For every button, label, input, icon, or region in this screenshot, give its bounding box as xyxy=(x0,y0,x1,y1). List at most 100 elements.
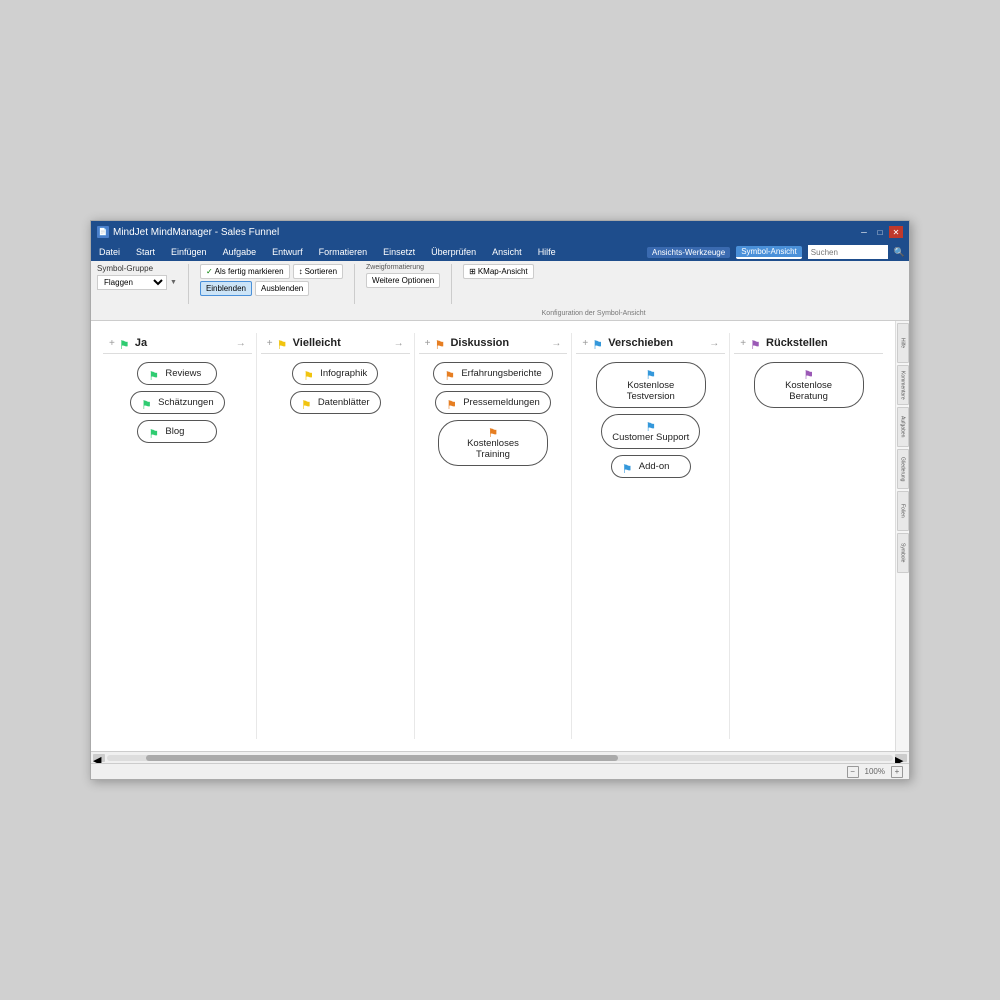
menu-uberpruefen[interactable]: Überprüfen xyxy=(427,246,480,258)
col-header-vielleicht: + Vielleicht → xyxy=(261,333,410,354)
minimize-button[interactable]: ─ xyxy=(857,226,871,238)
menu-right: Ansichts-Werkzeuge Symbol-Ansicht 🔍 xyxy=(647,245,905,259)
col-title-ruckstellen: Rückstellen xyxy=(766,337,828,349)
node-reviews[interactable]: Reviews xyxy=(137,362,217,385)
panel-folien[interactable]: Folien xyxy=(897,491,909,531)
node-testversion-label: Kostenlose Testversion xyxy=(607,380,695,402)
flag-verschieben-header xyxy=(592,338,604,348)
node-blog[interactable]: Blog xyxy=(137,420,217,443)
horizontal-scrollbar[interactable]: ◀ ▶ xyxy=(91,751,909,763)
menu-aufgabe[interactable]: Aufgabe xyxy=(219,246,261,258)
kmap-label: KMap-Ansicht xyxy=(478,267,528,276)
col-plus-ruckstellen[interactable]: + xyxy=(740,338,746,349)
als-fertig-button[interactable]: ✓ Als fertig markieren xyxy=(200,264,290,279)
einblenden-button[interactable]: Einblenden xyxy=(200,281,252,296)
ribbon-group-actions: ✓ Als fertig markieren ↕ Sortieren Einbl… xyxy=(200,264,343,296)
ribbon-sep-2 xyxy=(354,264,355,304)
col-header-verschieben: + Verschieben → xyxy=(576,333,725,354)
close-button[interactable]: ✕ xyxy=(889,226,903,238)
menu-start[interactable]: Start xyxy=(132,246,159,258)
node-kostenloses-training[interactable]: Kostenloses Training xyxy=(438,420,548,466)
window-title: MindJet MindManager - Sales Funnel xyxy=(113,227,279,238)
search-input[interactable] xyxy=(808,245,888,259)
maximize-button[interactable]: □ xyxy=(873,226,887,238)
panel-kommentare[interactable]: Kommentare xyxy=(897,365,909,405)
ausblenden-button[interactable]: Ausblenden xyxy=(255,281,309,296)
menu-entwurf[interactable]: Entwurf xyxy=(268,246,307,258)
scrollbar-thumb[interactable] xyxy=(146,755,618,761)
col-header-ruckstellen: + Rückstellen xyxy=(734,333,883,354)
menu-datei[interactable]: Datei xyxy=(95,246,124,258)
window-controls[interactable]: ─ □ ✕ xyxy=(857,226,903,238)
flag-wrap-beratung xyxy=(803,368,815,378)
flag-datenblatter xyxy=(301,398,313,408)
ribbon-row-1: Symbol-Gruppe xyxy=(97,264,177,273)
node-datenblatter[interactable]: Datenblätter xyxy=(290,391,381,414)
panel-aufgaben[interactable]: Aufgaben xyxy=(897,407,909,447)
flag-vielleicht-header xyxy=(277,338,289,348)
flag-blog xyxy=(148,427,160,437)
col-arrow-vielleicht: → xyxy=(394,338,404,349)
ribbon-row-2: Flaggen ▼ xyxy=(97,275,177,290)
symbol-ansicht-tab[interactable]: Symbol-Ansicht xyxy=(736,246,802,259)
scroll-left-btn[interactable]: ◀ xyxy=(93,754,105,762)
node-kostenlose-beratung[interactable]: Kostenlose Beratung xyxy=(754,362,864,408)
col-plus-diskussion[interactable]: + xyxy=(425,338,431,349)
node-pressemeldungen[interactable]: Pressemeldungen xyxy=(435,391,551,414)
ansichts-werkzeuge-tab[interactable]: Ansichts-Werkzeuge xyxy=(647,247,730,258)
flag-ja-header xyxy=(119,338,131,348)
flag-ruckstellen-header xyxy=(750,338,762,348)
flaggen-select[interactable]: Flaggen xyxy=(97,275,167,290)
col-title-diskussion: Diskussion xyxy=(450,337,509,349)
menu-ansicht[interactable]: Ansicht xyxy=(488,246,526,258)
node-blog-label: Blog xyxy=(165,426,184,437)
node-beratung-label: Kostenlose Beratung xyxy=(765,380,853,402)
node-customer-support[interactable]: Customer Support xyxy=(601,414,700,449)
col-plus-ja[interactable]: + xyxy=(109,338,115,349)
panel-gliederung[interactable]: Gliederung xyxy=(897,449,909,489)
application-window: 📄 MindJet MindManager - Sales Funnel ─ □… xyxy=(90,220,910,780)
ribbon-sep-1 xyxy=(188,264,189,304)
col-plus-verschieben[interactable]: + xyxy=(582,338,588,349)
node-schaetzungen[interactable]: Schätzungen xyxy=(130,391,224,414)
search-icon: 🔍 xyxy=(894,247,905,258)
node-infographik[interactable]: Infographik xyxy=(292,362,378,385)
sortieren-label: Sortieren xyxy=(305,267,337,276)
flag-wrap-testversion xyxy=(645,368,657,378)
flag-testversion xyxy=(645,368,657,378)
col-plus-vielleicht[interactable]: + xyxy=(267,338,273,349)
kmap-button[interactable]: ⊞ KMap-Ansicht xyxy=(463,264,534,279)
sort-icon: ↕ xyxy=(299,267,303,276)
panel-symbole[interactable]: Symbole xyxy=(897,533,909,573)
node-erfahrungsberichte-label: Erfahrungsberichte xyxy=(461,368,541,379)
ribbon-group-kmap: ⊞ KMap-Ansicht xyxy=(463,264,534,279)
mindmap-columns: + Ja → Reviews Schätzungen xyxy=(99,329,887,743)
node-kostenlose-testversion[interactable]: Kostenlose Testversion xyxy=(596,362,706,408)
scroll-right-btn[interactable]: ▶ xyxy=(895,754,907,762)
zoom-out-icon[interactable]: − xyxy=(847,766,859,778)
sortieren-button[interactable]: ↕ Sortieren xyxy=(293,264,343,279)
menu-formatieren[interactable]: Formatieren xyxy=(315,246,372,258)
node-erfahrungsberichte[interactable]: Erfahrungsberichte xyxy=(433,362,552,385)
file-icon: 📄 xyxy=(97,226,109,238)
flag-infographik xyxy=(303,369,315,379)
node-addon[interactable]: Add-on xyxy=(611,455,691,478)
panel-hilfe[interactable]: Hilfe xyxy=(897,323,909,363)
right-panel: Hilfe Kommentare Aufgaben Gliederung Fol… xyxy=(895,321,909,751)
config-label: Konfiguration der Symbol-Ansicht xyxy=(542,310,646,317)
weitere-label: Weitere Optionen xyxy=(372,276,434,285)
title-bar: 📄 MindJet MindManager - Sales Funnel ─ □… xyxy=(91,221,909,243)
ribbon-group-symbol: Symbol-Gruppe Flaggen ▼ xyxy=(97,264,177,290)
menu-einsetzt[interactable]: Einsetzt xyxy=(379,246,419,258)
dropdown-arrow-icon: ▼ xyxy=(170,279,177,286)
menu-einfuegen[interactable]: Einfügen xyxy=(167,246,211,258)
zweig-label: Zweigformatierung xyxy=(366,264,440,271)
menu-hilfe[interactable]: Hilfe xyxy=(534,246,560,258)
weitere-button[interactable]: Weitere Optionen xyxy=(366,273,440,288)
canvas-wrapper: + Ja → Reviews Schätzungen xyxy=(91,321,909,751)
flag-wrap-training xyxy=(487,426,499,436)
node-infographik-label: Infographik xyxy=(320,368,367,379)
ribbon-sep-3 xyxy=(451,264,452,304)
zoom-in-icon[interactable]: + xyxy=(891,766,903,778)
col-header-ja: + Ja → xyxy=(103,333,252,354)
